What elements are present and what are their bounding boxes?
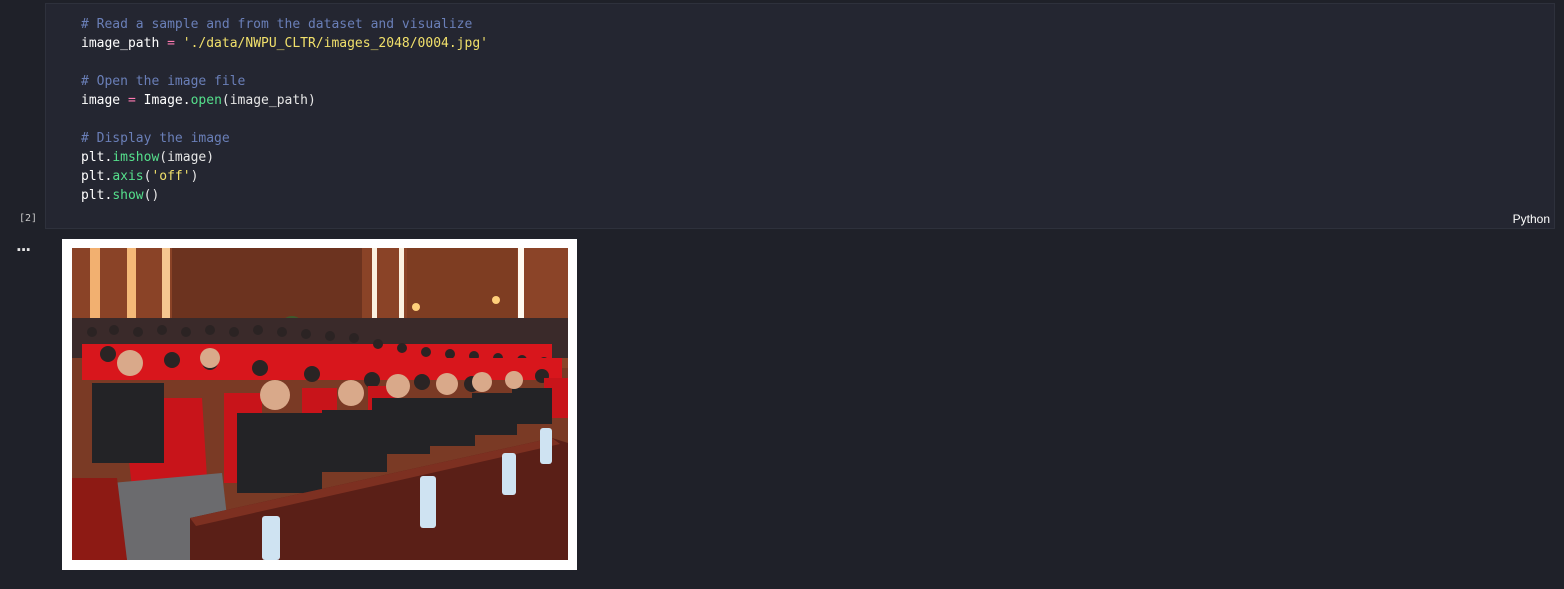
code-line[interactable]: plt.show() [81,186,488,205]
code-token-func: open [190,93,222,108]
code-line[interactable]: # Open the image file [81,72,488,91]
code-line[interactable]: # Read a sample and from the dataset and… [81,15,488,34]
code-token-ident: plt. [81,188,113,203]
code-token-string: 'off' [151,169,191,184]
output-toggle-button[interactable]: ... [16,237,31,255]
code-token-op: = [127,93,136,108]
code-token-comment: # Display the image [81,131,230,146]
code-line[interactable] [81,53,488,72]
code-token-comment: # Open the image file [81,74,246,89]
code-line[interactable]: image = Image.open(image_path) [81,91,488,110]
code-cell[interactable]: # Read a sample and from the dataset and… [45,3,1555,229]
code-token-ident: image_path [81,36,168,51]
code-token-punct: () [143,188,160,203]
code-line[interactable]: image_path = './data/NWPU_CLTR/images_20… [81,34,488,53]
code-line[interactable]: plt.axis('off') [81,167,488,186]
code-token-comment: # Read a sample and from the dataset and… [81,17,473,32]
code-token-ident: image [81,93,128,108]
code-token-ident: plt. [81,150,113,165]
code-token-punct: (image_path) [221,93,316,108]
code-token-func: show [112,188,144,203]
code-line[interactable] [81,110,488,129]
execution-count: [2] [19,213,38,224]
code-token-ident: plt. [81,169,113,184]
code-line[interactable]: # Display the image [81,129,488,148]
code-token-punct: (image) [159,150,215,165]
code-token-string: './data/NWPU_CLTR/images_2048/0004.jpg' [182,36,488,51]
code-line[interactable]: plt.imshow(image) [81,148,488,167]
code-token-punct: ) [190,169,199,184]
code-token-func: imshow [112,150,160,165]
output-figure [62,239,577,570]
code-token-ident: Image. [135,93,191,108]
output-image [72,248,568,560]
code-editor[interactable]: # Read a sample and from the dataset and… [81,15,488,205]
code-token-op: = [167,36,175,51]
code-token-func: axis [112,169,144,184]
code-token-punct [175,36,183,51]
language-label[interactable]: Python [1513,212,1550,226]
